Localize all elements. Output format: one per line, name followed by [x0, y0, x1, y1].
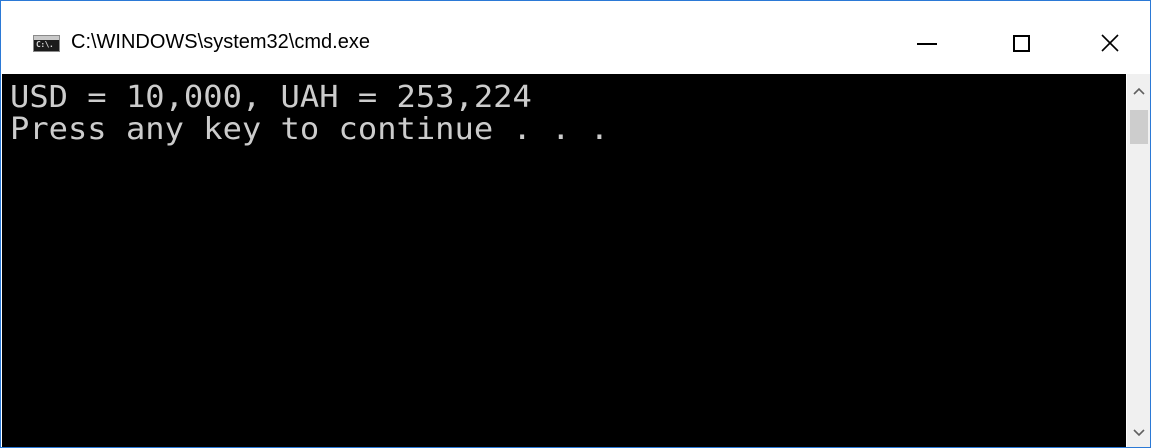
close-button[interactable]: [1077, 17, 1143, 69]
console-line: Press any key to continue . . .: [10, 112, 610, 147]
console-output[interactable]: USD = 10,000, UAH = 253,224 Press any ke…: [2, 74, 1126, 447]
scroll-up-button[interactable]: [1127, 78, 1150, 104]
minimize-button[interactable]: [894, 17, 960, 69]
window-title: C:\WINDOWS\system32\cmd.exe: [71, 31, 370, 53]
icon-label: C:\.: [36, 40, 54, 49]
chevron-down-icon: [1133, 429, 1145, 437]
vertical-scrollbar[interactable]: [1127, 74, 1150, 447]
title-bar[interactable]: C:\. C:\WINDOWS\system32\cmd.exe: [1, 1, 1150, 73]
chevron-up-icon: [1133, 87, 1145, 95]
maximize-button[interactable]: [988, 17, 1054, 69]
console-line: USD = 10,000, UAH = 253,224: [10, 80, 532, 115]
cmd-window: C:\. C:\WINDOWS\system32\cmd.exe USD = 1…: [0, 0, 1151, 448]
maximize-icon: [1012, 34, 1030, 52]
close-icon: [1101, 34, 1119, 52]
scroll-thumb[interactable]: [1130, 110, 1148, 144]
minimize-icon: [917, 43, 937, 45]
scroll-down-button[interactable]: [1127, 420, 1150, 446]
cmd-app-icon[interactable]: C:\.: [33, 35, 60, 52]
